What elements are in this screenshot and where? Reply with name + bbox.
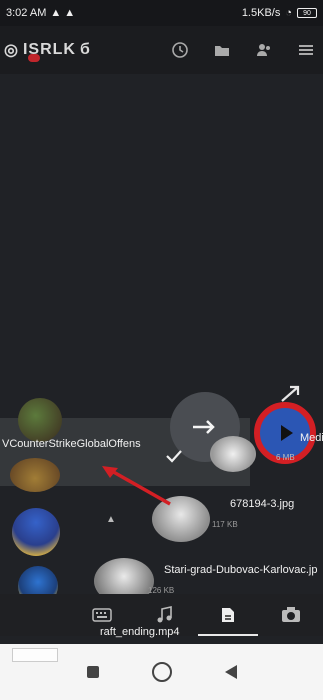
notification-box <box>12 648 58 662</box>
red-arrow-annotation <box>102 466 171 506</box>
battery-icon: 90 <box>297 8 317 18</box>
logo-mark-icon: ◎ <box>4 42 19 59</box>
battery-level: 90 <box>303 9 311 17</box>
wifi-icon: ◔ <box>285 7 292 19</box>
send-arrow-icon <box>193 420 215 434</box>
app-bar: ◎ ISRLK б <box>0 26 323 74</box>
notification-icons: ▲ ▲ <box>50 7 76 19</box>
logo-red-dot <box>28 54 40 62</box>
folder-icon[interactable] <box>213 41 231 59</box>
home-button[interactable] <box>151 662 172 682</box>
tab-files[interactable] <box>198 601 259 636</box>
tab-camera[interactable] <box>271 601 311 629</box>
thumbnail-avatar[interactable] <box>18 398 62 442</box>
thumbnail-cloud-small[interactable] <box>210 436 256 472</box>
keyboard-icon <box>91 608 112 622</box>
upload-small-icon: ▲ <box>106 514 116 525</box>
menu-icon[interactable] <box>297 41 315 59</box>
checkmark-icon <box>166 450 182 463</box>
play-icon <box>281 425 293 441</box>
app-logo[interactable]: ◎ ISRLK б <box>4 40 91 62</box>
status-time: 3:02 AM <box>6 7 47 19</box>
file-name-raft[interactable]: raft_ending.mp4 <box>100 626 180 638</box>
thumbnail-landscape[interactable] <box>12 508 60 556</box>
tab-keyboard[interactable] <box>82 601 122 629</box>
file-size-jpg: 117 KB <box>212 520 238 529</box>
media-size: 6 MB <box>276 453 295 462</box>
logo-small-icon: б <box>79 41 91 58</box>
back-button[interactable] <box>224 665 237 679</box>
file-name-jpg[interactable]: 678194-3.jpg <box>230 498 294 510</box>
camera-icon <box>282 607 301 622</box>
status-bar: 3:02 AM ▲ ▲ 1.5KB/s ◔ 90 <box>0 0 323 26</box>
recents-button[interactable] <box>86 666 99 678</box>
media-label: Medi <box>300 432 323 444</box>
history-icon[interactable] <box>171 41 189 59</box>
network-speed: 1.5KB/s <box>241 7 281 19</box>
tab-music[interactable] <box>145 601 185 629</box>
file-name-castle[interactable]: Stari-grad-Dubovac-Karlovac.jp <box>164 564 317 576</box>
thumbnail-game[interactable] <box>10 458 60 492</box>
file-icon <box>222 608 235 622</box>
file-name-counterstrike[interactable]: VCounterStrikeGlobalOffens <box>2 438 141 450</box>
people-icon[interactable] <box>255 41 273 59</box>
music-icon <box>157 606 172 623</box>
